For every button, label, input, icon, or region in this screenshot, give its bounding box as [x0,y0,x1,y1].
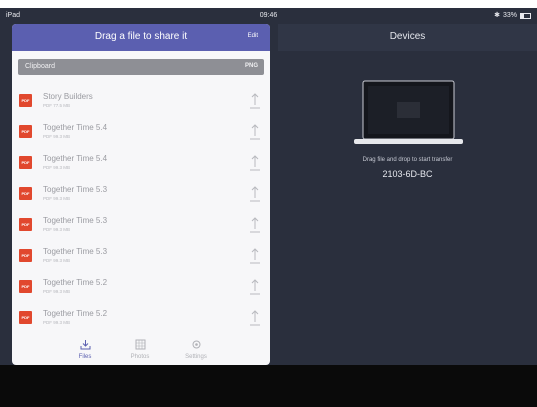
tab-files[interactable]: Files [60,339,110,360]
devices-header: Devices [278,24,537,51]
photos-icon [135,339,145,350]
file-name: Together Time 5.3 [43,185,108,194]
pdf-file-icon: PDF [19,94,32,107]
pdf-file-icon: PDF [19,311,32,324]
clipboard-label: Clipboard [25,63,55,70]
devices-title: Devices [389,31,426,42]
bluetooth-icon: ✱ [494,12,500,19]
share-icon[interactable] [249,278,261,296]
file-meta: PDF 99.3 MB [43,227,71,232]
status-time: 09:46 [259,12,278,19]
device-drop-hint: Drag file and drop to start transfer [362,157,453,163]
share-icon[interactable] [249,247,261,265]
pdf-file-icon: PDF [19,249,32,262]
file-meta: PDF 99.3 MB [43,320,71,325]
file-name: Together Time 5.2 [43,278,108,287]
pdf-file-icon: PDF [19,125,32,138]
status-bar: iPad 09:46 ✱ 33% [0,8,537,23]
file-meta: PDF 77.5 MB [43,103,71,108]
file-meta: PDF 99.3 MB [43,134,71,139]
clipboard-format: PNG [244,63,258,69]
file-name: Together Time 5.2 [43,309,108,318]
tab-bar: Files Photos Settings [12,339,270,365]
tab-settings-label: Settings [185,354,207,360]
edit-button[interactable]: Edit [248,33,258,39]
clipboard-row[interactable]: Clipboard PNG [18,59,264,75]
gear-icon [192,340,200,349]
ipad-screen: iPad 09:46 ✱ 33% Drag a file to share it… [0,8,537,365]
file-name: Story Builders [43,92,93,101]
file-name: Together Time 5.4 [43,154,108,163]
file-meta: PDF 99.3 MB [43,165,71,170]
tab-photos[interactable]: Photos [115,339,165,360]
file-row[interactable]: PDF Together Time 5.3 PDF 99.3 MB [12,210,270,241]
file-name: Together Time 5.3 [43,247,108,256]
laptop-device-icon[interactable] [353,79,464,149]
status-right: ✱ 33% [494,8,531,23]
files-panel: Drag a file to share it Edit Clipboard P… [12,24,270,365]
files-title: Drag a file to share it [94,31,188,42]
battery-icon [520,12,531,19]
tab-files-label: Files [78,354,92,360]
file-name: Together Time 5.4 [43,123,108,132]
file-name: Together Time 5.3 [43,216,108,225]
file-row[interactable]: PDF Together Time 5.4 PDF 99.3 MB [12,117,270,148]
pdf-file-icon: PDF [19,280,32,293]
devices-body: Drag file and drop to start transfer 210… [278,51,537,365]
share-icon[interactable] [249,185,261,203]
file-row[interactable]: PDF Together Time 5.3 PDF 99.3 MB [12,179,270,210]
file-row[interactable]: PDF Together Time 5.2 PDF 99.3 MB [12,272,270,303]
battery-percent: 33% [502,12,517,19]
tab-photos-label: Photos [130,354,150,360]
file-row[interactable]: PDF Together Time 5.2 PDF 99.3 MB [12,303,270,334]
file-meta: PDF 99.3 MB [43,258,71,263]
share-icon[interactable] [249,123,261,141]
pdf-file-icon: PDF [19,218,32,231]
file-row[interactable]: PDF Story Builders PDF 77.5 MB [12,86,270,117]
share-icon[interactable] [249,92,261,110]
pdf-file-icon: PDF [19,156,32,169]
share-icon[interactable] [249,154,261,172]
share-icon[interactable] [249,216,261,234]
file-list: PDF Story Builders PDF 77.5 MB PDF Toget… [12,86,270,334]
files-header: Drag a file to share it Edit [12,24,270,51]
tab-settings[interactable]: Settings [171,339,221,360]
pdf-file-icon: PDF [19,187,32,200]
download-icon [80,340,90,350]
file-meta: PDF 99.3 MB [43,289,71,294]
share-icon[interactable] [249,309,261,327]
device-name: 2103-6D-BC [382,169,433,179]
file-meta: PDF 99.3 MB [43,196,71,201]
file-row[interactable]: PDF Together Time 5.3 PDF 99.3 MB [12,241,270,272]
file-row[interactable]: PDF Together Time 5.4 PDF 99.3 MB [12,148,270,179]
bottom-bezel [0,365,537,407]
